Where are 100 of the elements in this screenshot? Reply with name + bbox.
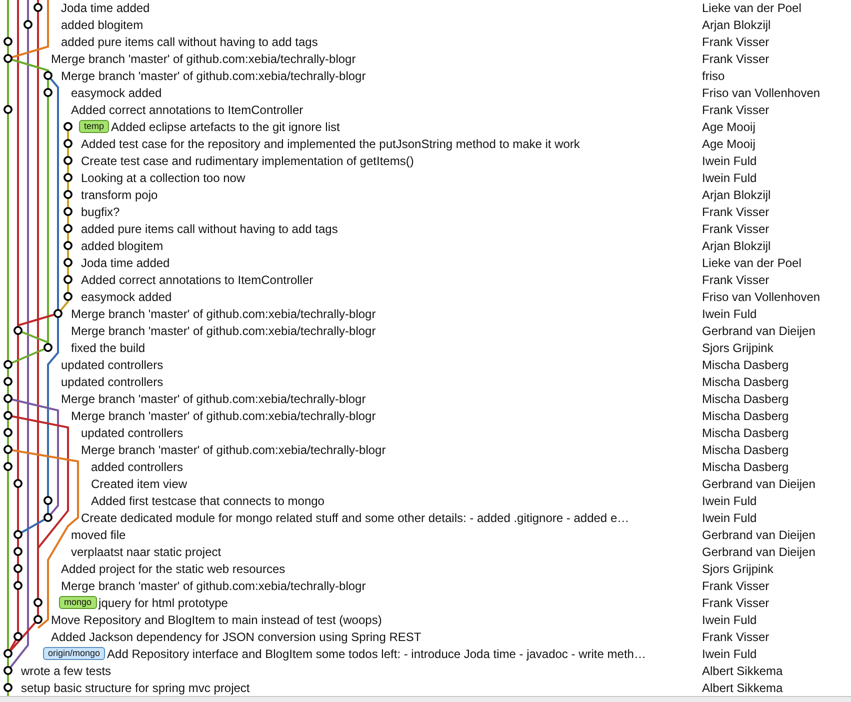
commit-node [4,445,12,454]
branch-label[interactable]: temp [79,120,110,133]
commit-message: Merge branch 'master' of github.com:xebia/techrally-blogr [71,408,376,422]
commit-node [44,496,52,505]
commit-author: Sjors Grijpink [702,340,774,354]
commit-message: Added first testcase that connects to mongo [91,494,324,508]
commit-message: Create test case and rudimentary implementation of getItems() [81,154,414,168]
horizontal-scrollbar[interactable] [0,696,851,702]
commit-message: Merge branch 'master' of github.com:xebia/techrally-blogr [61,392,366,406]
commit-author: Arjan Blokzijl [702,188,771,202]
commit-message: Merge branch 'master' of github.com:xebia/techrally-blogr [51,52,356,66]
commit-node [4,394,12,403]
commit-author: Mischa Dasberg [702,358,789,372]
commit-message: updated controllers [61,374,164,388]
commit-node [14,547,22,556]
commit-message: added pure items call without having to add tags [61,34,318,48]
commit-author: Age Mooij [702,136,756,150]
branch-label[interactable]: mongo [59,596,97,609]
commit-author: Frank Visser [702,596,770,610]
commit-author: Mischa Dasberg [702,374,789,388]
commit-message: easymock added [71,86,162,100]
commit-node [64,173,72,182]
commit-node [34,615,42,624]
commit-node [4,411,12,420]
commit-message: jquery for html prototype [98,596,228,610]
commit-author: Gerbrand van Dieijen [702,324,816,338]
commit-author: Gerbrand van Dieijen [702,544,816,558]
commit-author: Frank Visser [702,630,770,644]
commit-message: verplaatst naar static project [71,544,222,558]
commit-node [4,428,12,437]
branch-label[interactable]: origin/mongo [43,647,106,660]
commit-node [14,326,22,335]
commit-message: updated controllers [81,426,184,440]
commit-message: Merge branch 'master' of github.com:xebia/techrally-blogr [81,442,386,456]
commit-message: Create dedicated module for mongo related stuff and some other details: - added .gitignore - added e… [81,510,630,524]
commit-author: Frank Visser [702,272,770,286]
commit-author: Frank Visser [702,222,770,236]
commit-author: Iwein Fuld [702,612,757,626]
commit-node [64,224,72,233]
commit-author: Frank Visser [702,34,770,48]
commit-node [64,275,72,284]
commit-message: Looking at a collection too now [81,170,246,184]
commit-node [64,156,72,165]
commit-node [34,3,42,12]
commit-message: easymock added [81,290,172,304]
commit-node [64,258,72,267]
commit-message: Merge branch 'master' of github.com:xebia/techrally-blogr [71,306,376,320]
commit-author: Iwein Fuld [702,494,757,508]
commit-author: Frank Visser [702,204,770,218]
commit-node [14,530,22,539]
commit-message: Joda time added [81,256,170,270]
commit-message: bugfix? [81,204,120,218]
commit-node [4,377,12,386]
commit-node [24,20,32,29]
commit-author: Iwein Fuld [702,154,757,168]
commit-author: Albert Sikkema [702,664,783,678]
commit-node [64,122,72,131]
commit-author: Iwein Fuld [702,646,757,660]
commit-message: wrote a few tests [21,664,112,678]
commit-author: Lieke van der Poel [702,256,802,270]
commit-message: Added eclipse artefacts to the git ignore list [111,120,340,134]
commit-message: Added project for the static web resources [61,562,286,576]
commit-node [14,632,22,641]
commit-node [4,666,12,675]
commit-node [4,54,12,63]
commit-message: updated controllers [61,358,164,372]
commit-author: Arjan Blokzijl [702,18,771,32]
commit-message: added pure items call without having to add tags [81,222,338,236]
commit-author: Friso van Vollenhoven [702,86,820,100]
commit-message: Move Repository and BlogItem to main instead of test (woops) [51,612,382,626]
commit-message: Added correct annotations to ItemController [81,272,314,286]
commit-author: Frank Visser [702,102,770,116]
commit-message: Joda time added [61,0,150,14]
commit-node [14,564,22,573]
commit-author: Age Mooij [702,120,756,134]
commit-message: setup basic structure for spring mvc project [21,680,250,694]
commit-author: Arjan Blokzijl [702,238,771,252]
commit-node [14,479,22,488]
commit-message: transform pojo [81,188,158,202]
commit-node [64,190,72,199]
commit-author: Mischa Dasberg [702,392,789,406]
commit-message: Merge branch 'master' of github.com:xebia/techrally-blogr [61,68,366,82]
commit-message: Merge branch 'master' of github.com:xebia/techrally-blogr [71,324,376,338]
commit-author: Iwein Fuld [702,170,757,184]
commit-node [64,207,72,216]
commit-message: Merge branch 'master' of github.com:xebia/techrally-blogr [61,578,366,592]
commit-node [4,462,12,471]
commit-author: Gerbrand van Dieijen [702,528,816,542]
commit-node [4,649,12,658]
commit-message: Added correct annotations to ItemController [71,102,304,116]
commit-message: added controllers [91,460,184,474]
commit-node [64,292,72,301]
commit-author: Mischa Dasberg [702,408,789,422]
commit-message: Add Repository interface and BlogItem some todos left: - introduce Joda time - javadoc - write meth… [107,646,646,660]
commit-message: Created item view [91,476,188,490]
commit-node [44,88,52,97]
commit-node [64,241,72,250]
commit-node [54,309,62,318]
commit-node [4,683,12,692]
commit-node [44,513,52,522]
